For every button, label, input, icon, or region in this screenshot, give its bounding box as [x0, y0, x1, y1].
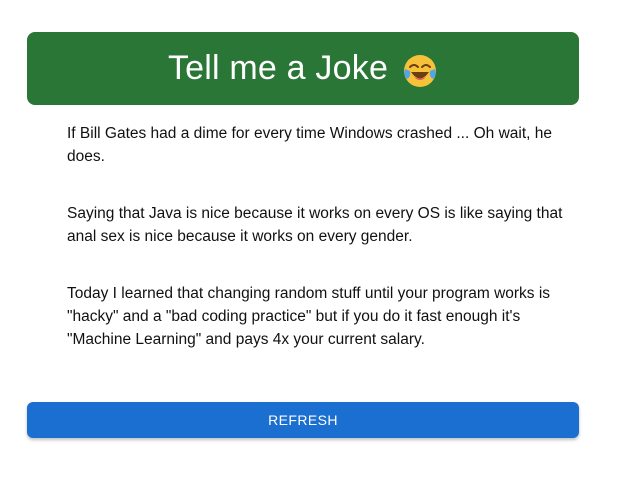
joke-text: Today I learned that changing random stu…: [67, 285, 551, 348]
joke-text: If Bill Gates had a dime for every time …: [67, 125, 553, 165]
header-banner: Tell me a Joke: [27, 32, 579, 105]
joke-list: If Bill Gates had a dime for every time …: [67, 122, 587, 385]
refresh-button[interactable]: REFRESH: [27, 402, 579, 438]
joke-text: Saying that Java is nice because it work…: [67, 205, 563, 245]
page-title: Tell me a Joke: [167, 49, 389, 87]
face-with-tears-of-joy-icon: [402, 53, 438, 89]
